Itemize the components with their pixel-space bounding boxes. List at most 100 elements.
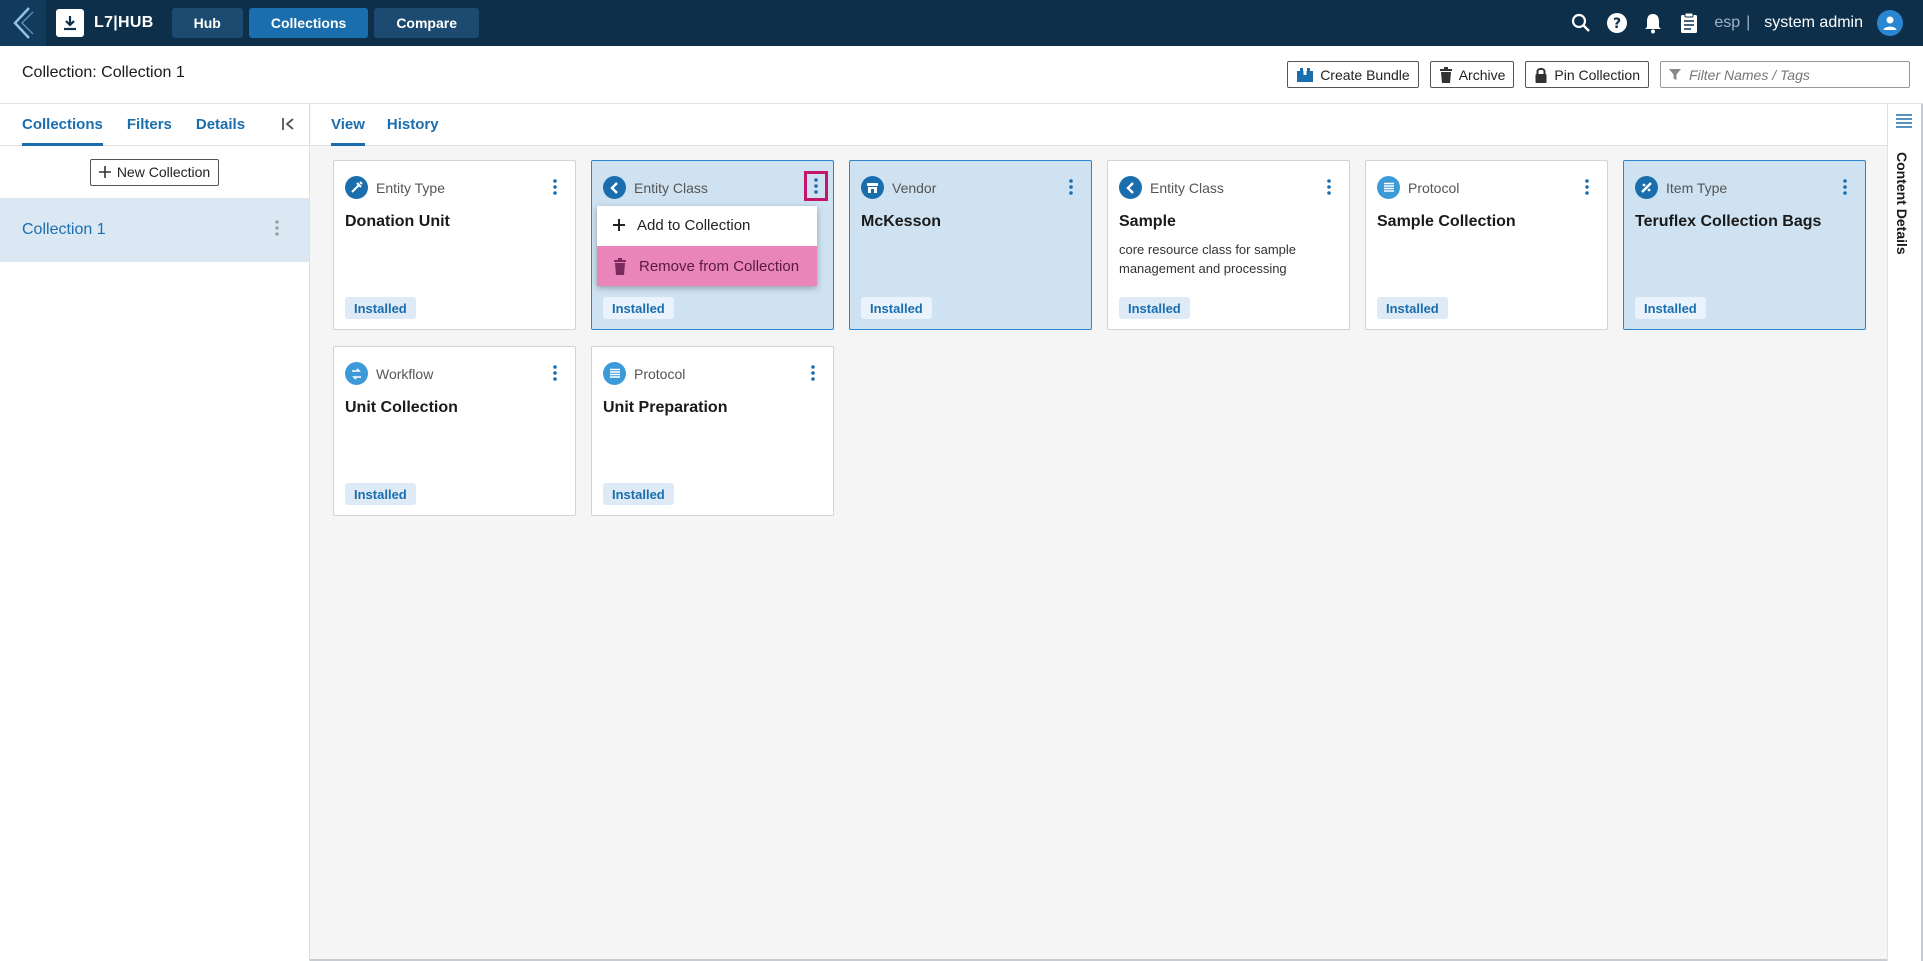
topbar-actions: ? esp | system admin (1570, 0, 1903, 46)
plus-icon (98, 166, 111, 178)
app-name: L7|HUB (94, 14, 154, 31)
page-title: Collection: Collection 1 (22, 64, 185, 81)
card-context-menu: Add to Collection Remove from Collection (597, 206, 817, 286)
tab-filters[interactable]: Filters (127, 104, 172, 146)
add-to-collection-menu-item[interactable]: Add to Collection (597, 206, 817, 244)
create-bundle-label: Create Bundle (1320, 66, 1410, 83)
kebab-icon[interactable] (1835, 175, 1855, 199)
content-card[interactable]: Vendor McKesson Installed (849, 160, 1092, 330)
help-icon[interactable]: ? (1606, 12, 1628, 34)
content-card[interactable]: Entity Class Sample core resource class … (1107, 160, 1350, 330)
card-type-label: Protocol (1408, 179, 1460, 196)
content-card[interactable]: Entity Type Donation Unit Installed (333, 160, 576, 330)
chevron-left-icon (1119, 176, 1142, 199)
chevron-left-icon (13, 7, 34, 39)
card-type-label: Workflow (376, 365, 434, 382)
tab-history[interactable]: History (387, 104, 439, 146)
kebab-icon[interactable] (1577, 175, 1597, 199)
list-icon[interactable] (1896, 114, 1912, 133)
card-type: Entity Type (345, 176, 445, 199)
tab-view[interactable]: View (331, 104, 365, 146)
filter-field[interactable] (1660, 61, 1910, 88)
collection-item-label: Collection 1 (22, 221, 106, 238)
card-type: Protocol (1377, 176, 1459, 199)
avatar[interactable] (1877, 10, 1903, 36)
content-card[interactable]: Item Type Teruflex Collection Bags Insta… (1623, 160, 1866, 330)
nav-hub[interactable]: Hub (171, 8, 243, 38)
remove-from-collection-menu-item[interactable]: Remove from Collection (597, 246, 817, 286)
new-collection-area: New Collection (0, 146, 309, 198)
status-badge: Installed (1119, 297, 1190, 319)
card-type: Item Type (1635, 176, 1727, 199)
status-badge: Installed (345, 483, 416, 505)
content-card[interactable]: Protocol Sample Collection Installed (1365, 160, 1608, 330)
trash-icon (1439, 66, 1452, 83)
status-badge: Installed (1635, 297, 1706, 319)
content-details-label[interactable]: Content Details (1894, 152, 1910, 255)
collection-list-item[interactable]: Collection 1 (0, 198, 309, 262)
card-type: Vendor (861, 176, 936, 199)
syringe-icon (345, 176, 368, 199)
nav-compare[interactable]: Compare (374, 8, 479, 38)
list-icon (1377, 176, 1400, 199)
card-type-label: Item Type (1666, 179, 1728, 196)
main-tabs: View History (311, 104, 1887, 146)
card-type-label: Vendor (892, 179, 937, 196)
item-type-icon (1635, 176, 1658, 199)
status-badge: Installed (1377, 297, 1448, 319)
content-details-rail: Content Details (1887, 104, 1921, 961)
kebab-icon[interactable] (1319, 175, 1339, 199)
card-type: Workflow (345, 362, 433, 385)
trash-icon (614, 257, 626, 275)
user-icon (1883, 16, 1897, 30)
kebab-icon[interactable] (1061, 175, 1081, 199)
tab-collections[interactable]: Collections (22, 104, 103, 146)
card-type: Protocol (603, 362, 685, 385)
content-card[interactable]: Protocol Unit Preparation Installed (591, 346, 834, 516)
card-title: Unit Preparation (603, 399, 728, 416)
chevron-left-icon (603, 176, 626, 199)
user-name[interactable]: system admin (1764, 14, 1863, 32)
card-type-label: Entity Class (634, 179, 708, 196)
search-icon[interactable] (1570, 12, 1592, 34)
kebab-icon[interactable] (803, 361, 823, 385)
new-collection-label: New Collection (116, 164, 211, 180)
pin-collection-button[interactable]: Pin Collection (1525, 61, 1649, 88)
left-tabs: Collections Filters Details (0, 104, 309, 146)
card-type-label: Protocol (634, 365, 686, 382)
svg-text:?: ? (1613, 16, 1621, 32)
nav-collections[interactable]: Collections (248, 8, 369, 38)
card-type: Entity Class (1119, 176, 1224, 199)
new-collection-button[interactable]: New Collection (89, 158, 220, 186)
kebab-icon[interactable] (545, 175, 565, 199)
page-header: Collection: Collection 1 Create Bundle A… (0, 46, 1923, 104)
create-bundle-button[interactable]: Create Bundle (1287, 61, 1419, 88)
card-type: Entity Class (603, 176, 708, 199)
filter-icon (1669, 68, 1681, 80)
remove-from-collection-label: Remove from Collection (639, 257, 800, 275)
kebab-icon[interactable] (804, 171, 828, 201)
clipboard-icon[interactable] (1678, 12, 1700, 34)
card-title: Sample (1119, 213, 1176, 230)
left-panel: Collections Filters Details New Collecti… (0, 104, 310, 961)
store-icon (861, 176, 884, 199)
lab-code: esp (1714, 14, 1741, 31)
back-button[interactable] (0, 0, 46, 46)
archive-label: Archive (1458, 66, 1506, 83)
archive-button[interactable]: Archive (1429, 61, 1515, 88)
kebab-icon[interactable] (275, 220, 279, 241)
content-card[interactable]: Workflow Unit Collection Installed (333, 346, 576, 516)
status-badge: Installed (345, 297, 416, 319)
bell-icon[interactable] (1642, 12, 1664, 34)
collapse-panel-icon[interactable] (281, 116, 297, 137)
status-badge: Installed (603, 297, 674, 319)
app-logo[interactable]: L7|HUB (56, 9, 154, 37)
separator: | (1746, 14, 1751, 31)
card-title: Sample Collection (1377, 213, 1516, 230)
status-badge: Installed (861, 297, 932, 319)
plus-icon (613, 219, 625, 231)
filter-input[interactable] (1689, 66, 1899, 83)
card-title: Teruflex Collection Bags (1635, 213, 1822, 230)
kebab-icon[interactable] (545, 361, 565, 385)
tab-details[interactable]: Details (196, 104, 245, 146)
